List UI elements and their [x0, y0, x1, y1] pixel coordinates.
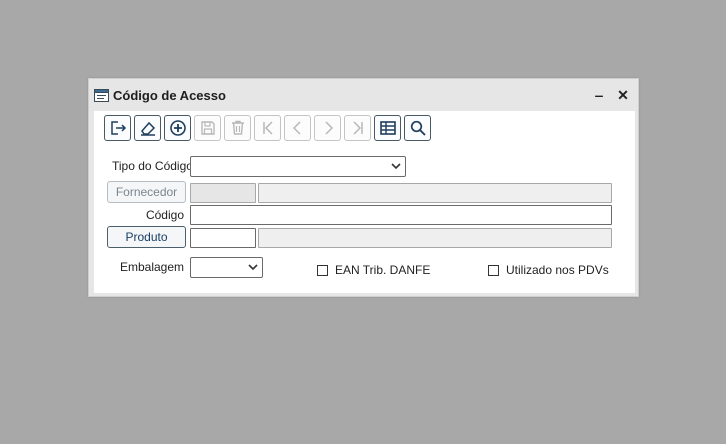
- exit-button[interactable]: [104, 115, 131, 141]
- produto-code-field[interactable]: [190, 228, 256, 248]
- grid-view-button[interactable]: [374, 115, 401, 141]
- chevron-down-icon: [391, 163, 401, 170]
- embalagem-select[interactable]: [190, 257, 263, 278]
- pdv-checkbox-label: Utilizado nos PDVs: [506, 263, 609, 277]
- produto-name-field: [258, 228, 612, 248]
- chevron-down-icon: [248, 264, 258, 271]
- utilizado-pdvs-checkbox[interactable]: Utilizado nos PDVs: [488, 263, 609, 277]
- first-record-button[interactable]: [254, 115, 281, 141]
- close-button[interactable]: ✕: [613, 85, 633, 105]
- fornecedor-code-field[interactable]: [190, 183, 256, 203]
- fornecedor-button[interactable]: Fornecedor: [107, 181, 186, 203]
- trash-icon: [231, 120, 244, 135]
- ean-trib-danfe-checkbox[interactable]: EAN Trib. DANFE: [317, 263, 430, 277]
- next-record-icon: [324, 121, 333, 135]
- produto-button[interactable]: Produto: [107, 226, 186, 248]
- last-record-icon: [352, 121, 363, 135]
- save-button[interactable]: [194, 115, 221, 141]
- tipo-codigo-label: Tipo do Código: [112, 159, 193, 173]
- form-panel: Tipo do Código Fornecedor Código Produto…: [94, 111, 635, 293]
- exit-icon: [110, 121, 126, 135]
- clear-button[interactable]: [134, 115, 161, 141]
- table-icon: [379, 121, 396, 135]
- ean-checkbox-box[interactable]: [317, 264, 328, 276]
- codigo-label: Código: [145, 208, 184, 222]
- first-record-icon: [262, 121, 273, 135]
- title-bar[interactable]: Código de Acesso ‒ ✕: [89, 79, 638, 111]
- next-record-button[interactable]: [314, 115, 341, 141]
- floppy-icon: [200, 121, 215, 135]
- last-record-button[interactable]: [344, 115, 371, 141]
- form-window-icon: [94, 89, 109, 102]
- plus-circle-icon: [169, 120, 186, 136]
- tipo-codigo-select[interactable]: [190, 156, 406, 177]
- pdv-checkbox-box[interactable]: [488, 264, 499, 276]
- search-button[interactable]: [404, 115, 431, 141]
- previous-record-icon: [292, 121, 301, 135]
- codigo-acesso-window: Código de Acesso ‒ ✕ Tipo do Código Forn…: [88, 78, 639, 297]
- fornecedor-name-field: [258, 183, 612, 203]
- minimize-button[interactable]: ‒: [589, 85, 609, 105]
- embalagem-label: Embalagem: [119, 260, 184, 274]
- eraser-icon: [140, 121, 155, 136]
- window-title: Código de Acesso: [113, 88, 226, 103]
- codigo-input[interactable]: [190, 205, 612, 225]
- ean-checkbox-label: EAN Trib. DANFE: [335, 263, 431, 277]
- search-icon: [410, 120, 426, 136]
- add-button[interactable]: [164, 115, 191, 141]
- previous-record-button[interactable]: [284, 115, 311, 141]
- delete-button[interactable]: [224, 115, 251, 141]
